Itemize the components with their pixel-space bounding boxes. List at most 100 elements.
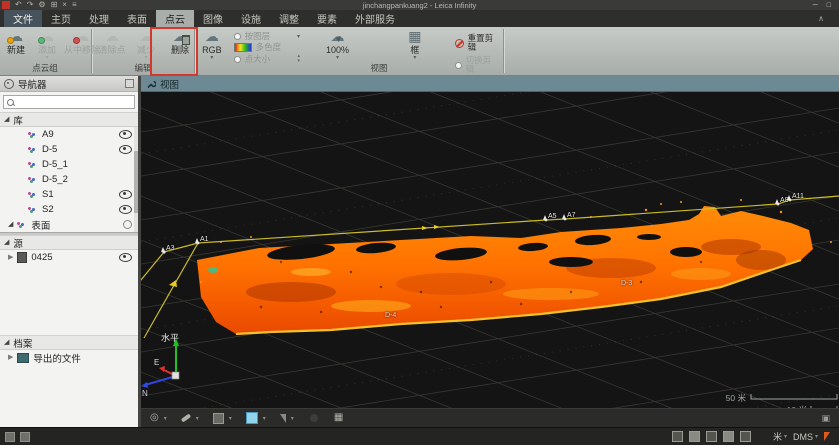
- section-library[interactable]: ◢ 库: [0, 112, 138, 127]
- viewport-scene[interactable]: 水平 E N 50 米 10 米 A3 A1 A5 A7: [141, 92, 839, 408]
- control-point-marker[interactable]: A3: [161, 245, 175, 252]
- flag-icon: [562, 214, 566, 219]
- tab-processing[interactable]: 处理: [80, 10, 118, 27]
- expander-icon[interactable]: ◢: [8, 221, 13, 228]
- visibility-eye-icon[interactable]: [119, 190, 132, 199]
- collapse-ribbon-icon[interactable]: ∧: [818, 14, 824, 23]
- tab-external-services[interactable]: 外部服务: [346, 10, 404, 27]
- scale-bar-large-label: 50 米: [726, 393, 747, 403]
- dropdown-caret-icon[interactable]: ▾: [263, 415, 266, 422]
- point-cloud-icon: [28, 206, 38, 213]
- clear-points-button[interactable]: ☁ 清除点: [93, 29, 131, 55]
- tree-item-exported-files[interactable]: ▶ 导出的文件: [0, 350, 138, 365]
- color-gradient-icon: [234, 43, 252, 52]
- tab-surfaces[interactable]: 表面: [118, 10, 156, 27]
- status-tool-icon[interactable]: [706, 431, 717, 442]
- settings-icon[interactable]: ⚙: [38, 1, 45, 9]
- status-window-icon[interactable]: [20, 432, 30, 442]
- angle-unit-selector[interactable]: DMS ▾: [793, 432, 818, 442]
- cloud-point-label: D-4: [385, 312, 396, 319]
- delete-button[interactable]: ☁ 删除: [161, 29, 199, 55]
- visibility-eye-icon[interactable]: [119, 205, 132, 214]
- tab-imaging[interactable]: 图像: [194, 10, 232, 27]
- dropdown-caret-icon[interactable]: ▾: [229, 415, 232, 422]
- reset-clip-button[interactable]: 重置剪辑: [455, 34, 498, 52]
- tree-item-point-cloud[interactable]: D-5: [0, 142, 138, 157]
- tree-item-point-cloud[interactable]: D-5_2: [0, 172, 138, 187]
- expander-icon[interactable]: ▶: [8, 254, 13, 261]
- new-point-cloud-button[interactable]: ☁ 新建: [0, 29, 32, 55]
- surface-icon: [17, 221, 27, 228]
- grid-tool-icon[interactable]: ⊞: [51, 1, 58, 9]
- tree-item-surfaces[interactable]: ◢ 表面: [0, 217, 138, 232]
- tab-adjustments[interactable]: 调整: [270, 10, 308, 27]
- axis-up-label: 水平: [161, 332, 179, 343]
- filter-flag-icon[interactable]: [280, 414, 286, 423]
- tab-home[interactable]: 主页: [42, 10, 80, 27]
- rgb-coloring-button[interactable]: ☁ RGB ▾: [196, 29, 228, 61]
- viewport-title: 视图: [160, 77, 179, 91]
- visibility-eye-icon[interactable]: [119, 130, 132, 139]
- clip-cube-icon[interactable]: [246, 412, 258, 424]
- navigator-icon: [4, 79, 14, 89]
- expander-icon[interactable]: ◢: [4, 239, 9, 246]
- tree-item-point-cloud[interactable]: S1: [0, 187, 138, 202]
- clip-box-button[interactable]: ▦ 框 ▾: [399, 29, 431, 61]
- undo-icon[interactable]: ↶: [15, 1, 22, 9]
- dropdown-caret-icon[interactable]: ▾: [196, 415, 199, 422]
- expander-icon[interactable]: ▶: [8, 354, 13, 361]
- close-tool-icon[interactable]: ×: [62, 1, 67, 9]
- visibility-eye-icon[interactable]: [119, 253, 132, 262]
- tree-item-point-cloud[interactable]: A9: [0, 127, 138, 142]
- maximize-button[interactable]: □: [827, 2, 831, 9]
- tree-item-point-cloud[interactable]: D-5_1: [0, 157, 138, 172]
- search-input[interactable]: [17, 97, 134, 107]
- navigator-panel: 导航器 ◢ 库 A9 D-5: [0, 76, 141, 427]
- control-point-marker[interactable]: A11: [787, 193, 804, 200]
- tab-point-cloud[interactable]: 点云: [156, 10, 194, 27]
- visibility-eye-icon[interactable]: [119, 145, 132, 154]
- dropdown-caret-icon[interactable]: ▾: [291, 415, 294, 422]
- status-window-icon[interactable]: [5, 432, 15, 442]
- by-layer-option[interactable]: 按图层 ▾: [234, 32, 300, 41]
- tab-file[interactable]: 文件: [4, 10, 42, 27]
- snapshot-icon[interactable]: ▣: [821, 413, 830, 424]
- tab-features[interactable]: 要素: [308, 10, 346, 27]
- ribbon: ☁ 新建 ☁ 添加 ▾ ☁ 从中移除 点云组 ☁: [0, 27, 839, 76]
- reduce-button[interactable]: ☁ 减少 ▾: [131, 29, 161, 61]
- layer-cube-icon[interactable]: [213, 413, 224, 424]
- expander-icon[interactable]: ◢: [4, 116, 9, 123]
- tree-item-source-file[interactable]: ▶ 0425: [0, 250, 138, 265]
- status-tool-icon[interactable]: [723, 431, 734, 442]
- point-cloud-icon: [28, 161, 38, 168]
- dropdown-caret-icon[interactable]: ▾: [164, 415, 167, 422]
- control-point-marker[interactable]: A7: [562, 212, 576, 219]
- status-tool-icon[interactable]: [672, 431, 683, 442]
- unit-selector[interactable]: 米 ▾: [773, 430, 787, 443]
- redo-icon[interactable]: ↷: [27, 1, 34, 9]
- zoom-percent-button[interactable]: ☁▼ 100% ▾: [318, 29, 357, 61]
- multi-color-option[interactable]: 多色度: [234, 43, 300, 52]
- trash-icon: [182, 35, 190, 45]
- section-archive[interactable]: ◢ 档案: [0, 335, 138, 350]
- section-sources[interactable]: ◢ 源: [0, 235, 138, 250]
- quick-access-toolbar: ↶ ↷ ⚙ ⊞ × ≡: [0, 1, 77, 9]
- status-right-cluster: 米 ▾ DMS ▾: [672, 430, 834, 443]
- minimize-button[interactable]: ─: [813, 2, 818, 9]
- control-point-marker[interactable]: A1: [195, 236, 209, 243]
- control-point-marker[interactable]: A5: [543, 213, 557, 220]
- tree-item-point-cloud[interactable]: S2: [0, 202, 138, 217]
- grid-toggle-icon[interactable]: ▦: [334, 413, 343, 423]
- view-orbit-icon[interactable]: ◎: [150, 413, 159, 423]
- eraser-tool-icon[interactable]: [181, 413, 191, 422]
- coordinate-flag-icon[interactable]: [824, 432, 830, 441]
- status-tool-icon[interactable]: [689, 431, 700, 442]
- navigator-scrollbar[interactable]: [134, 127, 138, 232]
- expander-icon[interactable]: ◢: [4, 339, 9, 346]
- status-tool-icon[interactable]: [740, 431, 751, 442]
- pin-panel-icon[interactable]: [125, 79, 134, 88]
- tab-infrastructure[interactable]: 设施: [232, 10, 270, 27]
- list-tool-icon[interactable]: ≡: [72, 1, 77, 9]
- flag-icon: [787, 195, 791, 200]
- add-to-point-cloud-button[interactable]: ☁ 添加 ▾: [32, 29, 62, 61]
